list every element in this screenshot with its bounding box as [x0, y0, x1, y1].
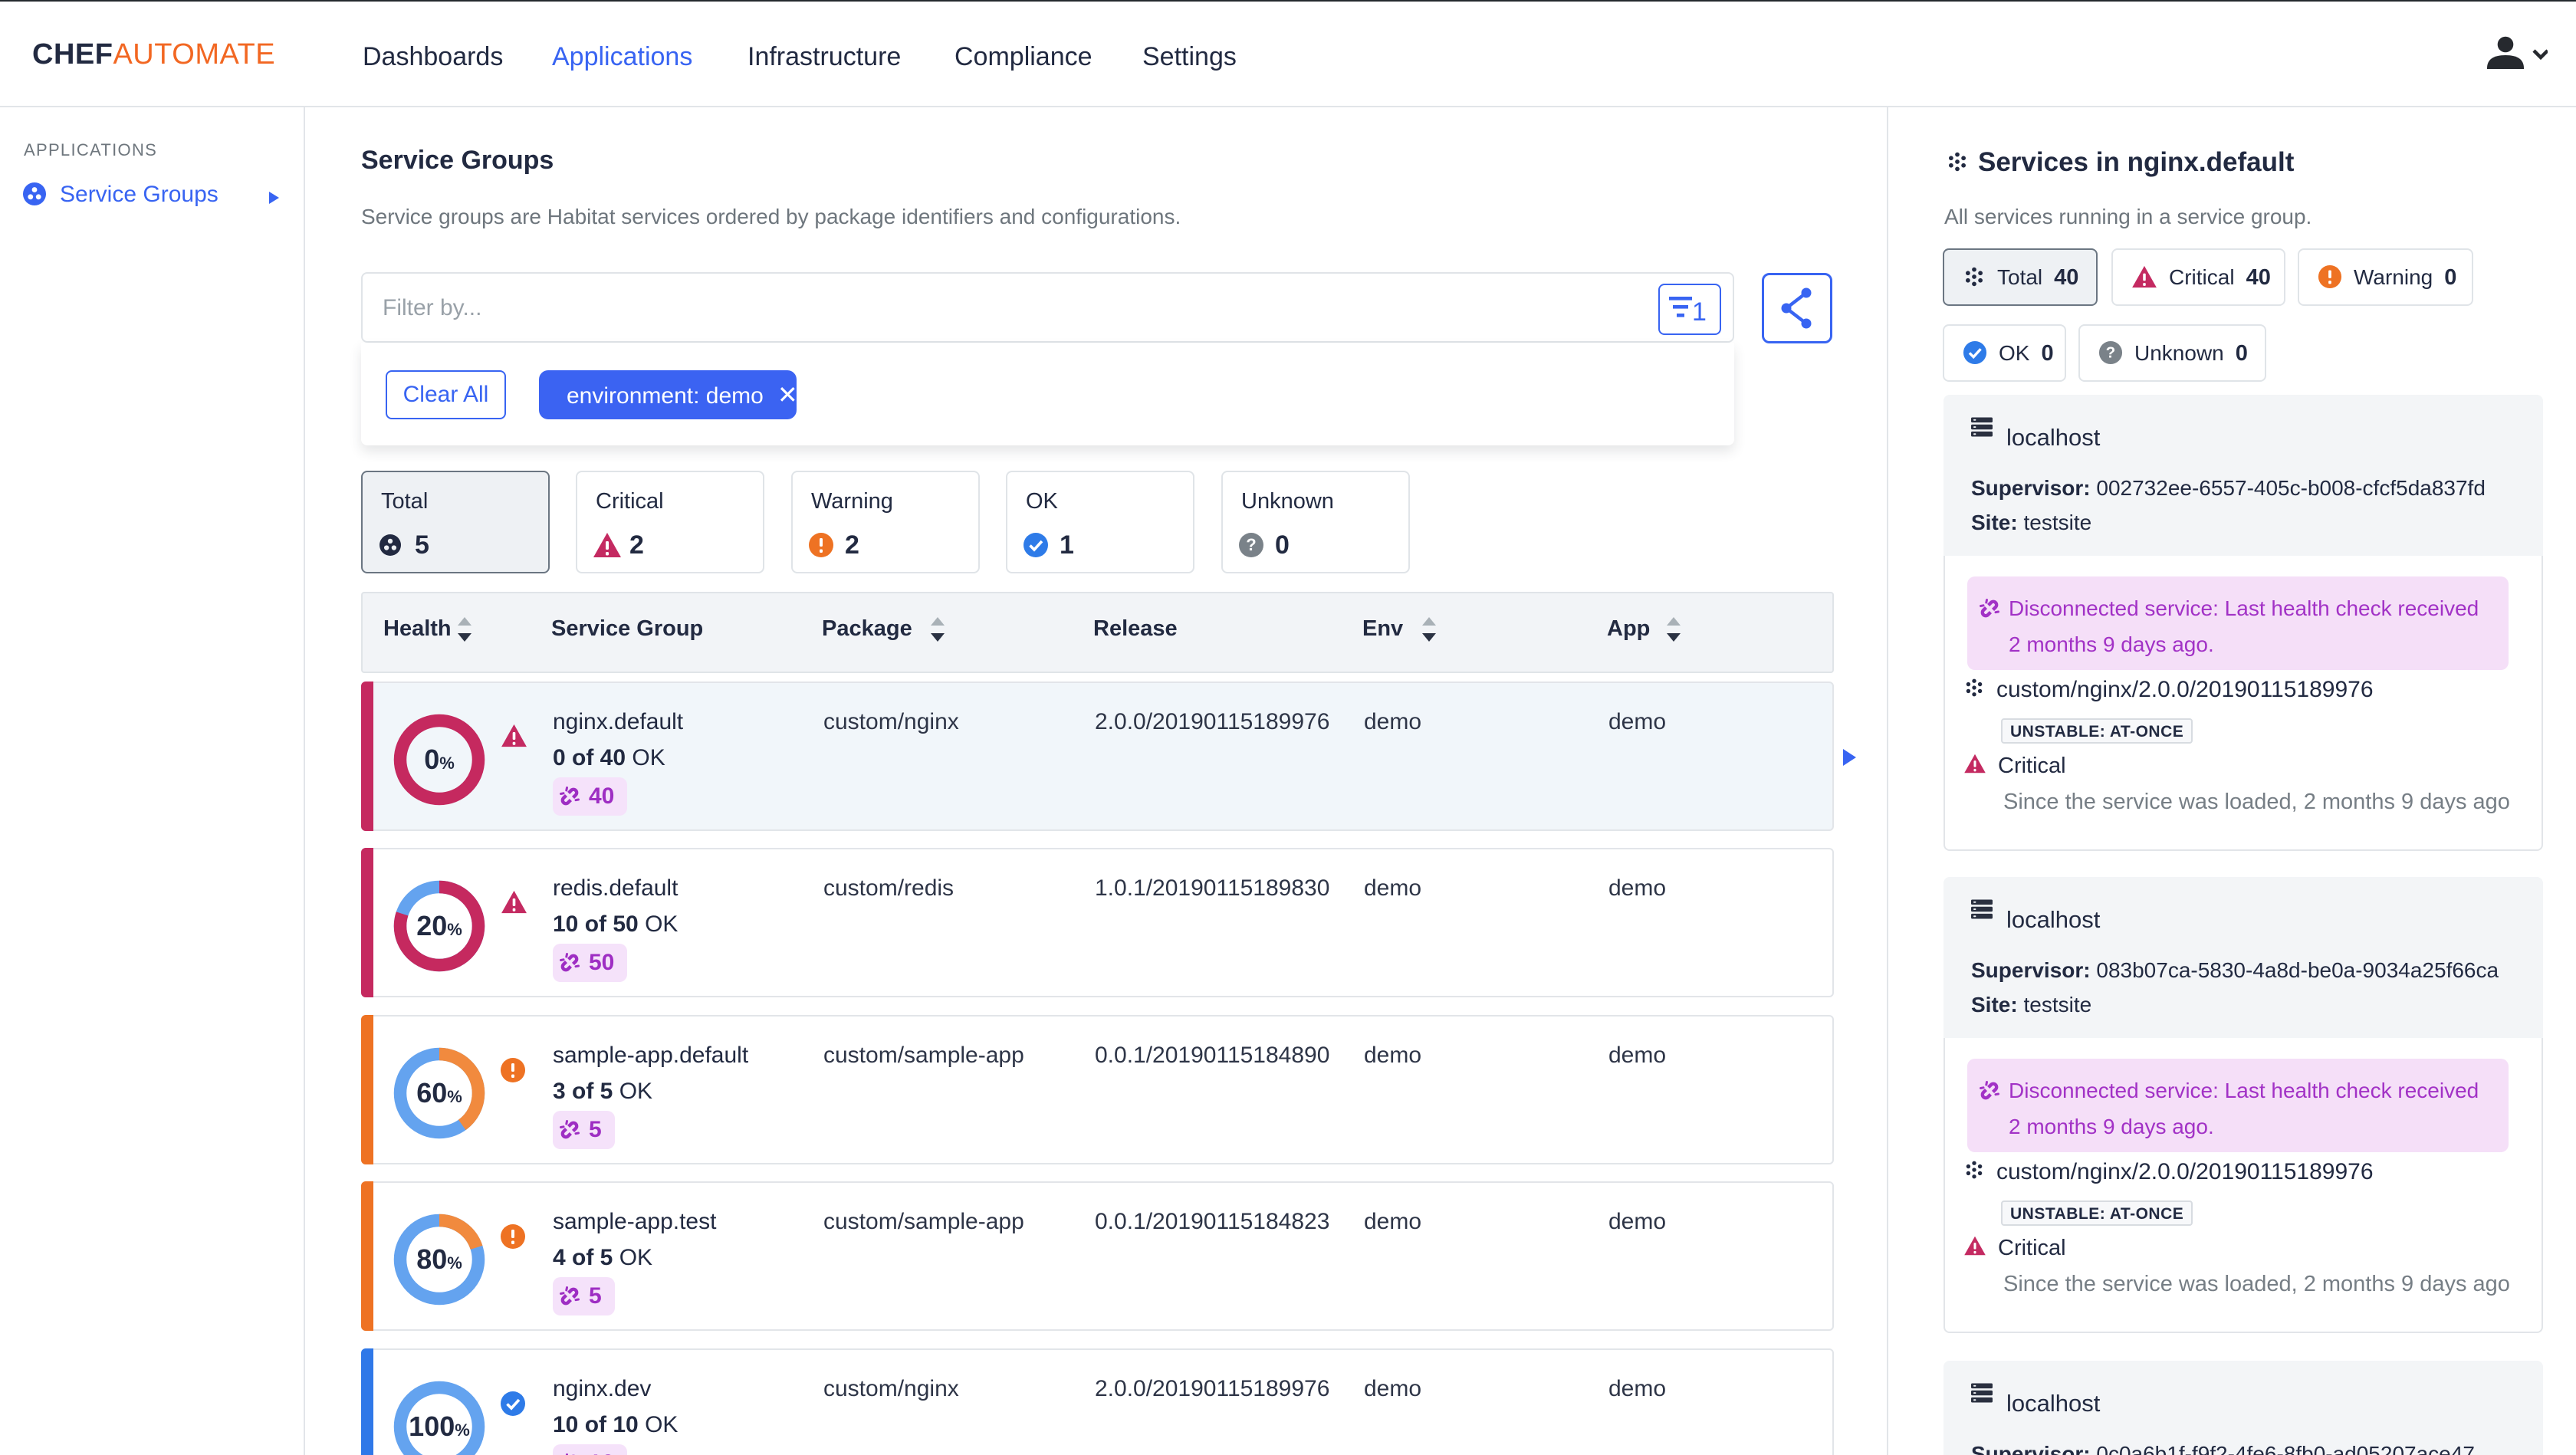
- svg-text:?: ?: [1246, 535, 1256, 554]
- svg-text:?: ?: [2106, 343, 2116, 361]
- svg-text:1: 1: [1692, 297, 1707, 327]
